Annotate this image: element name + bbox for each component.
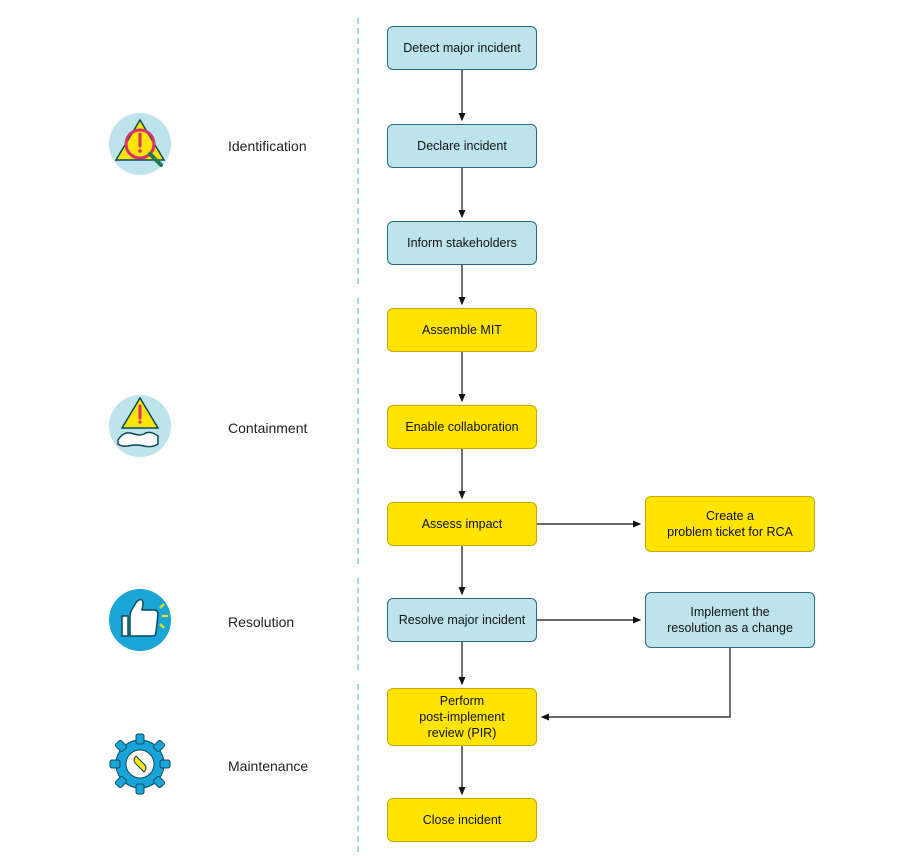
step-create-ticket: Create a problem ticket for RCA <box>645 496 815 552</box>
containment-icon <box>106 392 174 460</box>
maintenance-icon <box>106 730 174 798</box>
phase-label-identification: Identification <box>228 138 307 154</box>
resolution-icon <box>106 586 174 654</box>
phase-divider <box>357 18 359 284</box>
step-implement: Implement the resolution as a change <box>645 592 815 648</box>
phase-label-containment: Containment <box>228 420 307 436</box>
step-declare: Declare incident <box>387 124 537 168</box>
step-inform: Inform stakeholders <box>387 221 537 265</box>
step-assemble: Assemble MIT <box>387 308 537 352</box>
phase-label-maintenance: Maintenance <box>228 758 308 774</box>
step-close: Close incident <box>387 798 537 842</box>
step-assess: Assess impact <box>387 502 537 546</box>
step-pir: Perform post-implement review (PIR) <box>387 688 537 746</box>
step-resolve: Resolve major incident <box>387 598 537 642</box>
identification-icon <box>106 110 174 178</box>
phase-divider <box>357 578 359 670</box>
phase-divider <box>357 684 359 852</box>
phase-divider <box>357 298 359 564</box>
phase-label-resolution: Resolution <box>228 614 294 630</box>
step-detect: Detect major incident <box>387 26 537 70</box>
step-enable: Enable collaboration <box>387 405 537 449</box>
